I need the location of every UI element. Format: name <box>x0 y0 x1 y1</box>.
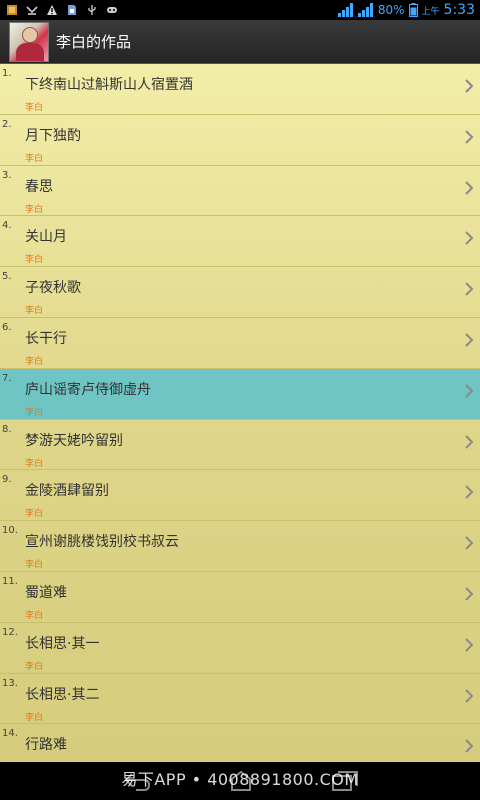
poem-index: 3. <box>2 169 12 181</box>
chevron-right-icon <box>465 180 474 195</box>
poem-index: 2. <box>2 118 12 130</box>
poem-author: 李白 <box>25 458 44 469</box>
signal-icon <box>337 3 353 17</box>
poem-index: 1. <box>2 68 12 79</box>
notification-icons <box>0 4 118 16</box>
poem-index: 13. <box>2 677 18 689</box>
poem-author: 李白 <box>25 306 44 317</box>
poem-title: 关山月 <box>25 229 67 246</box>
chevron-right-icon <box>465 333 474 347</box>
poem-author: 李白 <box>25 407 44 418</box>
poem-list-item[interactable]: 5. 子夜秋歌李白 <box>0 267 480 318</box>
battery-icon <box>408 3 418 17</box>
poem-title: 长相思·其二 <box>25 686 100 703</box>
poem-author: 李白 <box>25 661 44 672</box>
poem-author: 李白 <box>25 712 44 723</box>
warning-icon <box>47 5 57 15</box>
poem-list-item[interactable]: 10. 宣州谢朓楼饯别校书叔云李白 <box>0 521 480 572</box>
poem-index: 4. <box>2 220 12 232</box>
poem-title: 庐山谣寄卢侍御虚舟 <box>25 381 151 398</box>
clock: 5:33 <box>443 2 475 18</box>
poem-author: 李白 <box>25 103 44 113</box>
poem-title: 长相思·其一 <box>25 635 100 652</box>
poem-index: 12. <box>2 626 18 638</box>
poem-index: 10. <box>2 525 18 537</box>
chevron-right-icon <box>465 485 474 500</box>
poem-author: 李白 <box>25 610 44 621</box>
wifi-signal-icon <box>357 3 373 17</box>
chevron-right-icon <box>465 282 474 296</box>
poem-index: 11. <box>2 575 18 587</box>
am-pm-indicator: 上午 <box>421 6 440 17</box>
poem-list-item[interactable]: 9. 金陵酒肆留别李白 <box>0 470 480 522</box>
poem-list-item[interactable]: 4. 关山月李白 <box>0 216 480 268</box>
poem-author: 李白 <box>25 356 44 367</box>
poem-author: 李白 <box>25 255 44 266</box>
watermark-text: 易下APP • 4008891800.COM <box>121 770 359 789</box>
poem-index: 6. <box>2 321 12 333</box>
poem-list-item[interactable]: 11. 蜀道难李白 <box>0 572 480 623</box>
app-notification-icon <box>7 5 17 15</box>
chevron-right-icon <box>465 739 474 754</box>
poem-author: 李白 <box>25 153 44 164</box>
poem-title: 子夜秋歌 <box>25 280 81 297</box>
chevron-right-icon <box>465 688 474 703</box>
poem-list-item[interactable]: 8. 梦游天姥吟留别李白 <box>0 420 480 471</box>
chevron-right-icon <box>465 130 474 144</box>
poem-index: 8. <box>2 423 12 435</box>
sd-card-icon <box>68 5 76 15</box>
poem-index: 14. <box>2 728 18 740</box>
poem-list-item[interactable]: 12. 长相思·其一李白 <box>0 623 480 674</box>
poem-list-item[interactable]: 1. 下终南山过斛斯山人宿置酒李白 <box>0 64 480 115</box>
chevron-right-icon <box>465 536 474 550</box>
poem-list[interactable]: 1. 下终南山过斛斯山人宿置酒 李白 2. 月下独酌 李白 3. 春思 李白 4. 关山月 李白 5. 子… <box>0 64 480 762</box>
poem-list-item[interactable]: 14. 行路难 <box>0 724 480 762</box>
poem-index: 7. <box>2 372 12 384</box>
poem-author: 李白 <box>25 509 44 520</box>
poem-title: 月下独酌 <box>25 127 81 144</box>
chevron-right-icon <box>465 384 474 398</box>
action-bar: 李白的作品 <box>0 20 480 64</box>
chevron-right-icon <box>465 638 474 652</box>
poem-list-item[interactable]: 13. 长相思·其二李白 <box>0 674 480 725</box>
usb-icon <box>88 5 96 15</box>
poem-title: 行路难 <box>25 737 67 754</box>
poem-title: 宣州谢朓楼饯别校书叔云 <box>25 534 179 551</box>
chevron-right-icon <box>465 79 474 93</box>
poem-index: 9. <box>2 474 12 486</box>
poem-title: 春思 <box>25 178 53 195</box>
poem-list-item[interactable]: 3. 春思李白 <box>0 166 480 217</box>
status-bar: 80% 上午 5:33 <box>0 0 480 20</box>
poem-list-item[interactable]: 6. 长干行李白 <box>0 318 480 369</box>
battery-percent: 80% <box>377 3 405 17</box>
poem-title: 长干行 <box>25 330 67 347</box>
poem-title: 梦游天姥吟留别 <box>25 432 123 449</box>
poem-author: 李白 <box>25 560 44 571</box>
page-title: 李白的作品 <box>56 33 132 51</box>
poem-title: 金陵酒肆留别 <box>25 483 109 500</box>
poem-title: 蜀道难 <box>25 584 67 601</box>
poem-title: 下终南山过斛斯山人宿置酒 <box>25 77 193 93</box>
chevron-right-icon <box>465 587 474 601</box>
game-icon <box>107 7 117 13</box>
poet-portrait-icon <box>9 21 49 62</box>
missed-call-icon <box>26 6 38 15</box>
system-status: 80% 上午 5:33 <box>337 2 480 18</box>
chevron-right-icon <box>465 434 474 449</box>
poem-index: 5. <box>2 271 12 283</box>
chevron-right-icon <box>465 231 474 246</box>
poem-list-item[interactable]: 2. 月下独酌李白 <box>0 115 480 166</box>
poem-author: 李白 <box>25 204 44 215</box>
poem-list-item[interactable]: 7. 庐山谣寄卢侍御虚舟李白 <box>0 368 480 420</box>
